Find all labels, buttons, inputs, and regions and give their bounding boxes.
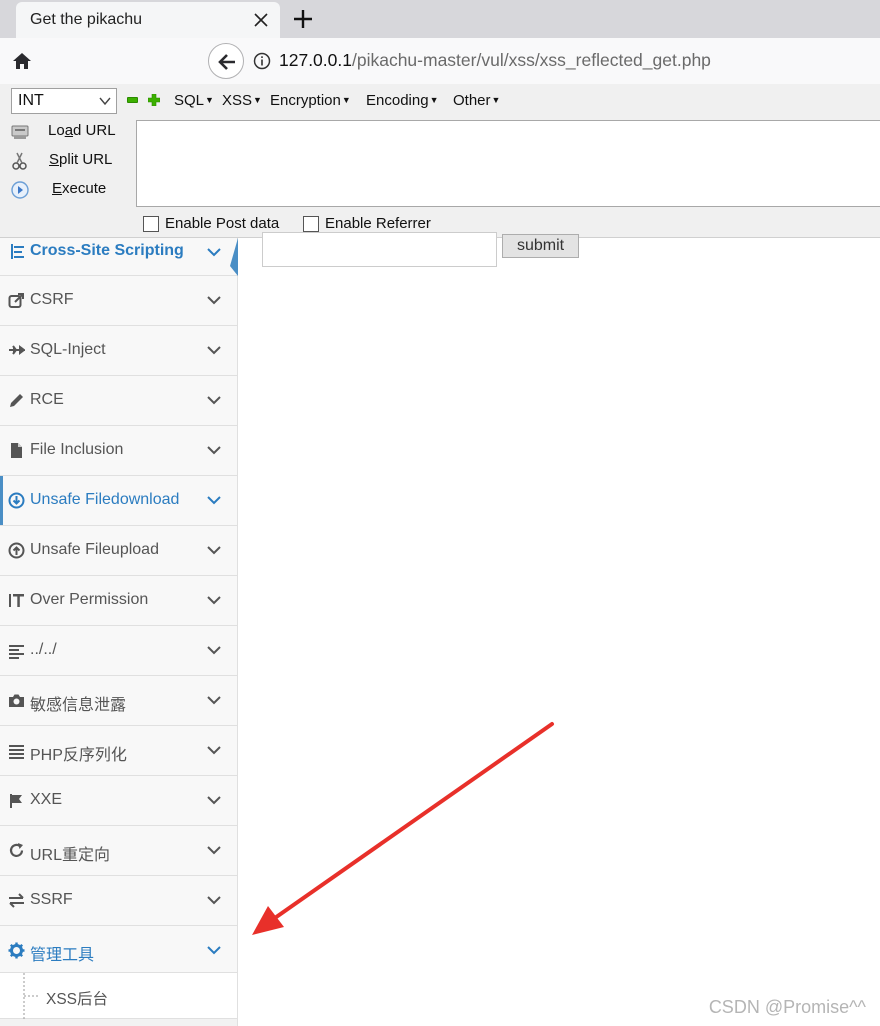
tab-title: Get the pikachu <box>30 11 143 28</box>
caret-down-icon: ▼ <box>429 95 439 105</box>
load-url-icon <box>11 125 29 139</box>
load-url-label-start: Lo <box>48 122 65 139</box>
menu-other-label: Other <box>453 92 491 109</box>
type-select[interactable]: INT <box>11 88 117 114</box>
enable-referrer-checkbox[interactable] <box>303 216 319 232</box>
caret-down-icon: ▼ <box>205 95 214 105</box>
play-icon <box>11 181 29 199</box>
load-url-button[interactable]: Load URL <box>10 120 130 144</box>
execute-label-end: xecute <box>62 180 107 197</box>
menu-sql-label: SQL <box>174 92 205 109</box>
minus-icon[interactable] <box>127 97 138 103</box>
enable-referrer-toggle[interactable]: Enable Referrer <box>303 215 443 233</box>
page-content: Cross-Site Scripting CSRF SQL-Inject RCE… <box>0 232 880 1026</box>
url-bar[interactable]: 127.0.0.1/pikachu-master/vul/xss/xss_ref… <box>244 46 880 76</box>
url-textarea[interactable] <box>136 120 880 207</box>
menu-xss-label: XSS <box>222 92 253 109</box>
enable-post-data-toggle[interactable]: Enable Post data <box>143 215 293 233</box>
load-url-label-end: d URL <box>73 122 116 139</box>
type-select-value: INT <box>18 92 44 109</box>
watermark: CSDN @Promise^^ <box>708 997 866 1017</box>
chevron-down-icon <box>99 97 111 106</box>
menu-xss[interactable]: XSS▼ <box>222 92 262 109</box>
menu-encryption-label: Encryption <box>270 92 341 109</box>
caret-down-icon: ▼ <box>253 95 262 105</box>
enable-referrer-label: Enable Referrer <box>325 215 431 232</box>
execute-button[interactable]: Execute <box>10 178 130 202</box>
arrow-left-icon <box>218 54 235 70</box>
plus-icon[interactable] <box>148 94 160 106</box>
split-url-label: Split URL <box>49 151 112 168</box>
enable-post-data-label: Enable Post data <box>165 215 280 232</box>
info-icon[interactable] <box>253 52 271 70</box>
hackbar-panel: INT SQL▼ XSS▼ Encryption▼ Encoding▼ Othe… <box>0 84 880 238</box>
menu-encoding[interactable]: Encoding▼ <box>366 92 438 109</box>
scissors-icon <box>12 152 27 170</box>
menu-encryption[interactable]: Encryption▼ <box>270 92 351 109</box>
close-icon[interactable] <box>252 11 270 29</box>
caret-down-icon: ▼ <box>341 95 351 105</box>
url-host: 127.0.0.1 <box>279 50 352 70</box>
load-url-label: Load URL <box>48 122 116 139</box>
annotation-arrow <box>252 722 554 935</box>
menu-other[interactable]: Other▼ <box>453 92 500 109</box>
browser-tab-bar: Get the pikachu <box>0 0 880 38</box>
url-text[interactable]: 127.0.0.1/pikachu-master/vul/xss/xss_ref… <box>279 50 711 71</box>
new-tab-plus-icon[interactable] <box>292 8 314 30</box>
split-url-label-end: plit URL <box>59 151 113 168</box>
enable-post-data-checkbox[interactable] <box>143 216 159 232</box>
split-url-button[interactable]: Split URL <box>10 149 130 173</box>
menu-encoding-label: Encoding <box>366 92 429 109</box>
load-url-accesskey: a <box>64 122 74 139</box>
home-icon[interactable] <box>12 52 32 70</box>
execute-label: Execute <box>52 180 106 197</box>
browser-tab[interactable]: Get the pikachu <box>16 2 280 38</box>
caret-down-icon: ▼ <box>491 95 501 105</box>
split-url-accesskey: S <box>49 151 60 168</box>
execute-accesskey: E <box>52 180 63 197</box>
menu-sql[interactable]: SQL▼ <box>174 92 214 109</box>
back-button[interactable] <box>208 43 244 79</box>
url-path: /pikachu-master/vul/xss/xss_reflected_ge… <box>351 50 711 70</box>
navigation-bar: 127.0.0.1/pikachu-master/vul/xss/xss_ref… <box>0 38 880 84</box>
